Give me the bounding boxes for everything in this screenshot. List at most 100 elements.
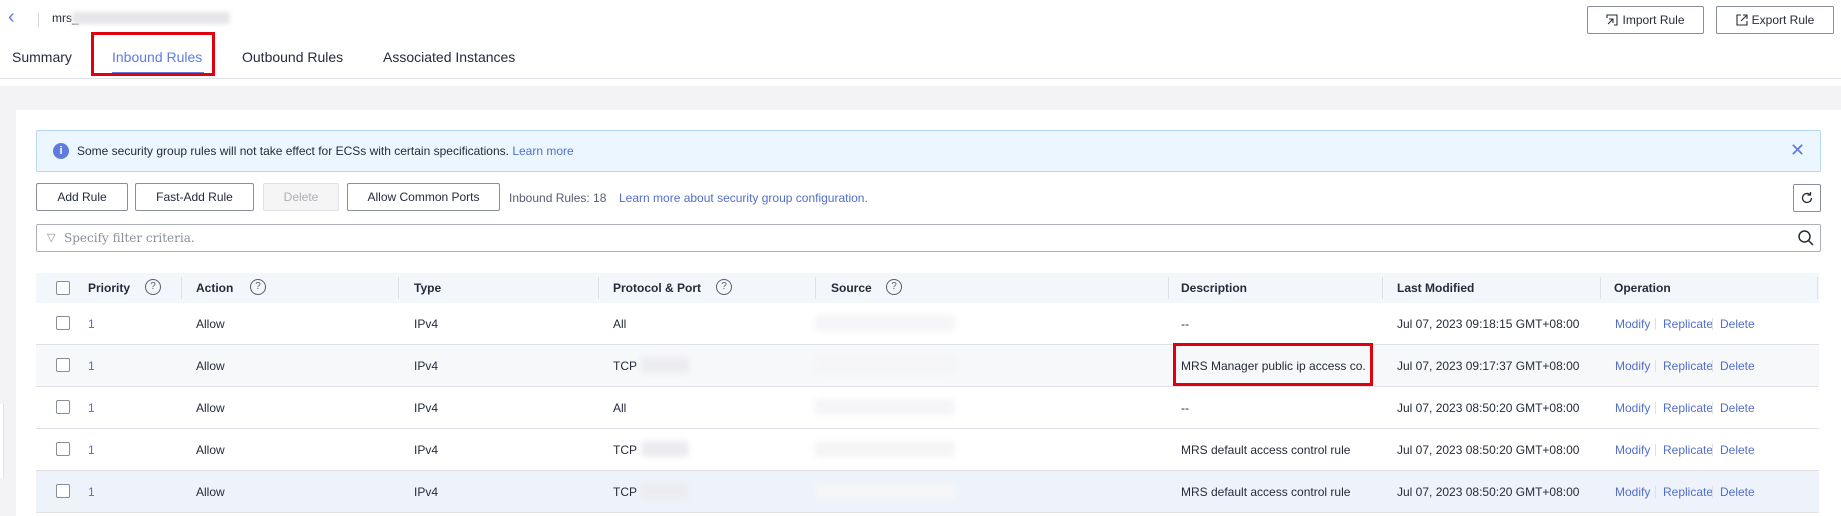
action-cell: Allow bbox=[196, 401, 225, 415]
replicate-link[interactable]: Replicate bbox=[1663, 359, 1713, 373]
operation-separator bbox=[1655, 444, 1656, 456]
row-checkbox[interactable] bbox=[56, 316, 70, 330]
modify-link[interactable]: Modify bbox=[1615, 359, 1650, 373]
replicate-link[interactable]: Replicate bbox=[1663, 401, 1713, 415]
replicate-link[interactable]: Replicate bbox=[1663, 485, 1713, 499]
column-separator bbox=[1168, 277, 1169, 299]
export-rule-button[interactable]: Export Rule bbox=[1716, 6, 1834, 34]
export-icon bbox=[1736, 14, 1748, 26]
priority-cell: 1 bbox=[88, 359, 95, 373]
last-modified-cell: Jul 07, 2023 08:50:20 GMT+08:00 bbox=[1397, 401, 1580, 415]
learn-more-sg-config-link[interactable]: Learn more about security group configur… bbox=[619, 191, 868, 205]
tab-summary[interactable]: Summary bbox=[12, 49, 72, 65]
delete-link[interactable]: Delete bbox=[1720, 359, 1755, 373]
row-checkbox[interactable] bbox=[56, 484, 70, 498]
tab-outbound-rules[interactable]: Outbound Rules bbox=[242, 49, 343, 65]
action-cell: Allow bbox=[196, 317, 225, 331]
info-banner-learn-more-link[interactable]: Learn more bbox=[512, 144, 573, 158]
redacted-port-blur bbox=[641, 483, 689, 499]
filter-input[interactable] bbox=[64, 226, 1784, 250]
column-last-modified: Last Modified bbox=[1397, 281, 1475, 295]
tabs-divider bbox=[0, 78, 1841, 79]
help-icon[interactable]: ? bbox=[886, 279, 902, 295]
column-operation: Operation bbox=[1614, 281, 1671, 295]
import-rule-label: Import Rule bbox=[1622, 13, 1685, 27]
description-cell: -- bbox=[1181, 317, 1189, 331]
header-divider bbox=[38, 13, 39, 27]
column-protocol-port: Protocol & Port bbox=[613, 281, 702, 295]
type-cell: IPv4 bbox=[414, 317, 439, 331]
import-rule-button[interactable]: Import Rule bbox=[1587, 6, 1704, 34]
delete-link[interactable]: Delete bbox=[1720, 443, 1755, 457]
description-cell: MRS default access control rule bbox=[1181, 485, 1351, 499]
redacted-port-blur bbox=[641, 441, 689, 457]
operation-separator bbox=[1655, 402, 1656, 414]
help-icon[interactable]: ? bbox=[145, 279, 161, 295]
modify-link[interactable]: Modify bbox=[1615, 485, 1650, 499]
table-header bbox=[36, 273, 1819, 303]
type-cell: IPv4 bbox=[414, 401, 439, 415]
redacted-source-blur bbox=[815, 357, 955, 373]
column-priority: Priority bbox=[88, 281, 131, 295]
fast-add-rule-button[interactable]: Fast-Add Rule bbox=[135, 183, 254, 211]
action-cell: Allow bbox=[196, 485, 225, 499]
redacted-source-blur bbox=[815, 315, 955, 331]
column-separator bbox=[1382, 277, 1383, 299]
last-modified-cell: Jul 07, 2023 09:18:15 GMT+08:00 bbox=[1397, 317, 1580, 331]
column-separator bbox=[598, 277, 599, 299]
column-separator bbox=[181, 277, 182, 299]
import-icon bbox=[1606, 14, 1619, 26]
operation-separator bbox=[1712, 444, 1713, 456]
search-icon[interactable] bbox=[1797, 229, 1815, 247]
tab-highlight-box bbox=[91, 32, 215, 76]
delete-link[interactable]: Delete bbox=[1720, 401, 1755, 415]
chevron-left-icon[interactable]: ‹ bbox=[8, 7, 28, 28]
allow-common-ports-button[interactable]: Allow Common Ports bbox=[347, 183, 500, 211]
select-all-checkbox[interactable] bbox=[56, 281, 70, 295]
type-cell: IPv4 bbox=[414, 359, 439, 373]
row-checkbox[interactable] bbox=[56, 400, 70, 414]
replicate-link[interactable]: Replicate bbox=[1663, 317, 1713, 331]
filter-icon: ▽ bbox=[47, 232, 56, 244]
row-checkbox[interactable] bbox=[56, 358, 70, 372]
tab-associated-instances[interactable]: Associated Instances bbox=[383, 49, 515, 65]
protocol-port-cell: TCP bbox=[613, 359, 637, 373]
description-cell: -- bbox=[1181, 401, 1189, 415]
protocol-port-cell: All bbox=[613, 401, 627, 415]
redacted-source-blur bbox=[815, 399, 955, 415]
column-separator bbox=[815, 277, 816, 299]
column-description: Description bbox=[1181, 281, 1248, 295]
close-icon[interactable]: ✕ bbox=[1790, 140, 1805, 161]
column-action: Action bbox=[196, 281, 234, 295]
operation-separator bbox=[1712, 360, 1713, 372]
inbound-rule-count: Inbound Rules: 18 bbox=[509, 191, 607, 205]
row-checkbox[interactable] bbox=[56, 442, 70, 456]
protocol-port-cell: TCP bbox=[613, 443, 637, 457]
help-icon[interactable]: ? bbox=[250, 279, 266, 295]
action-cell: Allow bbox=[196, 359, 225, 373]
refresh-button[interactable] bbox=[1793, 184, 1821, 212]
priority-cell: 1 bbox=[88, 317, 95, 331]
info-banner-text: Some security group rules will not take … bbox=[77, 144, 574, 158]
description-highlight-box bbox=[1173, 343, 1373, 386]
column-separator bbox=[1600, 277, 1601, 299]
modify-link[interactable]: Modify bbox=[1615, 443, 1650, 457]
help-icon[interactable]: ? bbox=[716, 279, 732, 295]
priority-cell: 1 bbox=[88, 485, 95, 499]
protocol-port-cell: TCP bbox=[613, 485, 637, 499]
replicate-link[interactable]: Replicate bbox=[1663, 443, 1713, 457]
delete-button[interactable]: Delete bbox=[263, 183, 339, 211]
last-modified-cell: Jul 07, 2023 09:17:37 GMT+08:00 bbox=[1397, 359, 1580, 373]
add-rule-button[interactable]: Add Rule bbox=[36, 183, 128, 211]
export-rule-label: Export Rule bbox=[1751, 13, 1815, 27]
delete-link[interactable]: Delete bbox=[1720, 317, 1755, 331]
info-banner-message: Some security group rules will not take … bbox=[77, 144, 509, 158]
modify-link[interactable]: Modify bbox=[1615, 401, 1650, 415]
column-separator bbox=[398, 277, 399, 299]
type-cell: IPv4 bbox=[414, 485, 439, 499]
operation-separator bbox=[1655, 486, 1656, 498]
operation-separator bbox=[1712, 318, 1713, 330]
modify-link[interactable]: Modify bbox=[1615, 317, 1650, 331]
operation-separator bbox=[1712, 486, 1713, 498]
delete-link[interactable]: Delete bbox=[1720, 485, 1755, 499]
